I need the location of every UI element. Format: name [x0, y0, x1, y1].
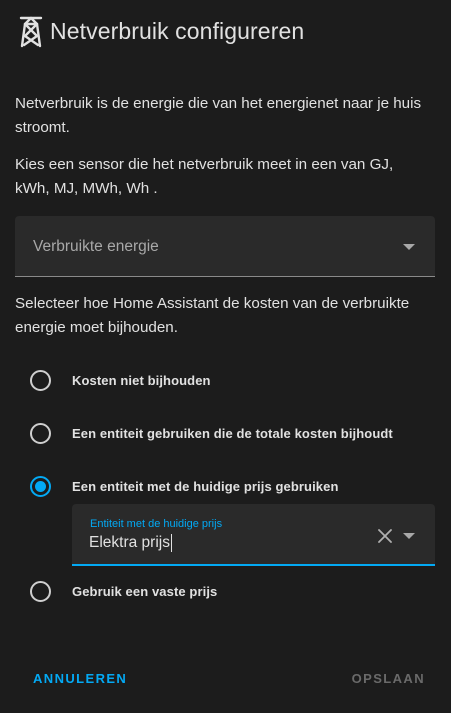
chevron-down-icon — [403, 244, 415, 250]
price-entity-value[interactable]: Elektra prijs — [89, 534, 172, 552]
price-entity-label: Entiteit met de huidige prijs — [90, 518, 223, 530]
price-entity-field[interactable]: Entiteit met de huidige prijs Elektra pr… — [72, 504, 435, 566]
energy-grid-dialog: Netverbruik configureren Netverbruik is … — [0, 0, 451, 713]
transmission-tower-icon — [19, 16, 43, 48]
sensor-hint-text: Kies een sensor die het netverbruik meet… — [15, 156, 394, 197]
close-icon[interactable] — [377, 528, 393, 544]
intro-text: Netverbruik is de energie die van het en… — [15, 95, 422, 136]
radio-label: Gebruik een vaste prijs — [72, 584, 218, 599]
radio-label: Kosten niet bijhouden — [72, 373, 211, 388]
radio-option-no-cost[interactable]: Kosten niet bijhouden — [30, 370, 211, 391]
radio-button-checked[interactable] — [30, 476, 51, 497]
radio-option-cost-entity[interactable]: Een entiteit gebruiken die de totale kos… — [30, 423, 393, 444]
radio-button[interactable] — [30, 423, 51, 444]
energy-sensor-select[interactable]: Verbruikte energie — [15, 216, 435, 277]
radio-label: Een entiteit gebruiken die de totale kos… — [72, 426, 393, 441]
radio-button[interactable] — [30, 370, 51, 391]
radio-option-price-entity[interactable]: Een entiteit met de huidige prijs gebrui… — [30, 476, 339, 497]
radio-button[interactable] — [30, 581, 51, 602]
dialog-header: Netverbruik configureren — [18, 14, 304, 48]
save-button[interactable]: OPSLAAN — [352, 671, 425, 686]
radio-label: Een entiteit met de huidige prijs gebrui… — [72, 479, 339, 494]
cost-hint-text: Selecteer hoe Home Assistant de kosten v… — [15, 295, 410, 336]
cancel-button[interactable]: ANNULEREN — [33, 671, 127, 686]
dialog-title: Netverbruik configureren — [50, 17, 305, 44]
energy-sensor-label: Verbruikte energie — [33, 238, 159, 255]
radio-option-fixed-price[interactable]: Gebruik een vaste prijs — [30, 581, 217, 602]
chevron-down-icon[interactable] — [403, 533, 415, 539]
